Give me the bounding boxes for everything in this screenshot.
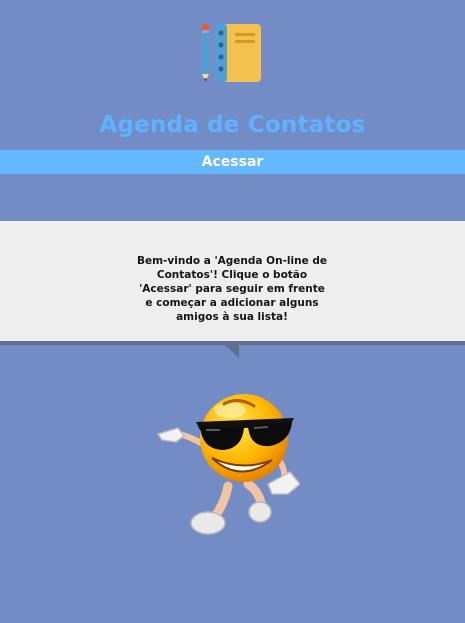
welcome-bubble: Bem-vindo a 'Agenda On-line de Contatos'… [0, 221, 465, 345]
page-title: Agenda de Contatos [99, 112, 366, 138]
welcome-message: Bem-vindo a 'Agenda On-line de Contatos'… [136, 255, 328, 323]
logo-icon [199, 20, 265, 86]
speech-bubble-tail [224, 344, 239, 358]
access-button[interactable]: Acessar [0, 150, 465, 174]
cool-smiley-sunglasses-icon [150, 388, 302, 540]
